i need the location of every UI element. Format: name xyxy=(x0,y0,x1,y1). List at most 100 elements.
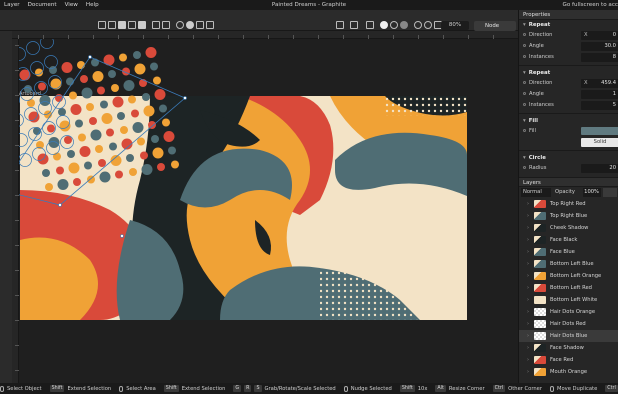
layer-row[interactable]: › Cheek Shadow xyxy=(519,222,618,234)
expose-input-icon[interactable] xyxy=(523,33,526,36)
boolean-subtract-icon[interactable] xyxy=(186,21,194,29)
expose-input-icon[interactable] xyxy=(523,129,526,132)
hair-dot xyxy=(78,133,86,142)
expand-chevron-icon[interactable]: › xyxy=(527,237,529,243)
render-outline-icon[interactable] xyxy=(390,21,398,29)
hint-text: Move Duplicate xyxy=(557,385,598,392)
layer-row[interactable]: › Bottom Left Red xyxy=(519,282,618,294)
repeat-section-2-title[interactable]: ▾ Repeat xyxy=(519,68,618,78)
snapping-icon[interactable] xyxy=(336,21,344,29)
hair-dot xyxy=(106,128,114,137)
grid-icon[interactable] xyxy=(350,21,358,29)
expand-chevron-icon[interactable]: › xyxy=(527,249,529,255)
radius-label: Radius xyxy=(529,165,547,171)
expose-input-icon[interactable] xyxy=(523,92,526,95)
fullscreen-hint[interactable]: Go fullscreen to acc xyxy=(562,2,618,8)
boolean-intersect-icon[interactable] xyxy=(196,21,204,29)
align-left-icon[interactable] xyxy=(98,21,106,29)
menu-layer[interactable]: Layer xyxy=(0,2,24,8)
expand-chevron-icon[interactable]: › xyxy=(527,345,529,351)
align-right-icon[interactable] xyxy=(118,21,126,29)
layer-row[interactable]: › Hair Dots Red xyxy=(519,318,618,330)
repeat-1-instances-input[interactable]: 8 xyxy=(581,53,618,62)
blend-mode-select[interactable]: Normal xyxy=(521,188,551,197)
flip-vertical-icon[interactable] xyxy=(162,21,170,29)
repeat-2-direction-x-input[interactable]: X 459.4 xyxy=(581,79,618,88)
layer-thumbnail xyxy=(534,332,546,340)
fill-section-title[interactable]: ▾ Fill xyxy=(519,116,618,126)
expand-chevron-icon[interactable]: › xyxy=(527,297,529,303)
selection-handle[interactable] xyxy=(58,203,62,207)
expand-chevron-icon[interactable]: › xyxy=(527,321,529,327)
circle-section-label: Circle xyxy=(528,155,546,161)
hair-dot xyxy=(58,108,66,116)
render-normal-icon[interactable] xyxy=(380,21,388,29)
align-top-icon[interactable] xyxy=(128,21,136,29)
zoom-in-icon[interactable] xyxy=(414,21,422,29)
repeat-2-instances-input[interactable]: 5 xyxy=(581,101,618,110)
repeat-2-angle-input[interactable]: 1 xyxy=(581,90,618,99)
layer-row[interactable]: › Top Right Blue xyxy=(519,210,618,222)
expose-input-icon[interactable] xyxy=(523,44,526,47)
expose-input-icon[interactable] xyxy=(523,55,526,58)
layer-options-button[interactable] xyxy=(603,188,617,197)
layer-name: Bottom Left Red xyxy=(550,285,592,291)
flip-horizontal-icon[interactable] xyxy=(152,21,160,29)
selection-handle[interactable] xyxy=(183,96,187,100)
layer-row[interactable]: › Bottom Left White xyxy=(519,294,618,306)
repeat-1-direction-x-input[interactable]: X0 xyxy=(581,31,618,40)
layer-row[interactable]: › Top Right Red xyxy=(519,198,618,210)
hair-dot xyxy=(109,142,117,151)
menu-document[interactable]: Document xyxy=(24,2,61,8)
selection-handle[interactable] xyxy=(120,234,124,238)
layer-row[interactable]: › Face Red xyxy=(519,354,618,366)
overlays-icon[interactable] xyxy=(366,21,374,29)
repeat-1-angle-input[interactable]: 30.0 xyxy=(581,42,618,51)
layer-row[interactable]: › Face Black xyxy=(519,234,618,246)
menu-view[interactable]: View xyxy=(61,2,82,8)
circle-section-title[interactable]: ▾ Circle xyxy=(519,153,618,163)
align-bottom-icon[interactable] xyxy=(138,21,146,29)
opacity-input[interactable]: 100% xyxy=(583,188,601,197)
menu-help[interactable]: Help xyxy=(82,2,103,8)
render-pixel-icon[interactable] xyxy=(400,21,408,29)
expand-chevron-icon[interactable]: › xyxy=(527,333,529,339)
hair-dot xyxy=(38,82,46,91)
hair-dot xyxy=(163,131,175,142)
layer-row[interactable]: › Bottom Left Orange xyxy=(519,270,618,282)
zoom-out-icon[interactable] xyxy=(424,21,432,29)
expand-chevron-icon[interactable]: › xyxy=(527,309,529,315)
expose-input-icon[interactable] xyxy=(523,103,526,106)
expand-chevron-icon[interactable]: › xyxy=(527,357,529,363)
expand-chevron-icon[interactable]: › xyxy=(527,213,529,219)
layer-row[interactable]: › Face Shadow xyxy=(519,342,618,354)
expand-chevron-icon[interactable]: › xyxy=(527,261,529,267)
layer-thumbnail xyxy=(534,320,546,328)
canvas-viewport[interactable]: Artboard xyxy=(19,39,518,383)
align-center-icon[interactable] xyxy=(108,21,116,29)
zoom-input[interactable]: 80% xyxy=(441,21,469,30)
layer-name: Face Red xyxy=(550,357,574,363)
node-graph-button[interactable]: Node Graph xyxy=(474,21,516,39)
layer-row[interactable]: › Bottom Left Blue xyxy=(519,258,618,270)
layer-row[interactable]: › Face Blue xyxy=(519,246,618,258)
layer-row[interactable]: › Hair Dots Blue xyxy=(519,330,618,342)
selection-handle[interactable] xyxy=(88,55,92,59)
boolean-union-icon[interactable] xyxy=(176,21,184,29)
fill-solid-button[interactable]: Solid xyxy=(581,138,618,147)
layer-name: Bottom Left White xyxy=(550,297,598,303)
expand-chevron-icon[interactable]: › xyxy=(527,273,529,279)
expand-chevron-icon[interactable]: › xyxy=(527,285,529,291)
expand-chevron-icon[interactable]: › xyxy=(527,201,529,207)
expose-input-icon[interactable] xyxy=(523,81,526,84)
repeat-section-1-title[interactable]: ▾ Repeat xyxy=(519,20,618,30)
expand-chevron-icon[interactable]: › xyxy=(527,225,529,231)
radius-input[interactable]: 20 xyxy=(581,164,618,173)
layer-row[interactable]: › Hair Dots Orange xyxy=(519,306,618,318)
expand-chevron-icon[interactable]: › xyxy=(527,369,529,375)
expose-input-icon[interactable] xyxy=(523,166,526,169)
fill-color-swatch[interactable] xyxy=(581,127,618,135)
boolean-difference-icon[interactable] xyxy=(206,21,214,29)
repeat-2-direction-label: Direction xyxy=(529,80,553,86)
layer-row[interactable]: › Mouth Orange xyxy=(519,366,618,378)
